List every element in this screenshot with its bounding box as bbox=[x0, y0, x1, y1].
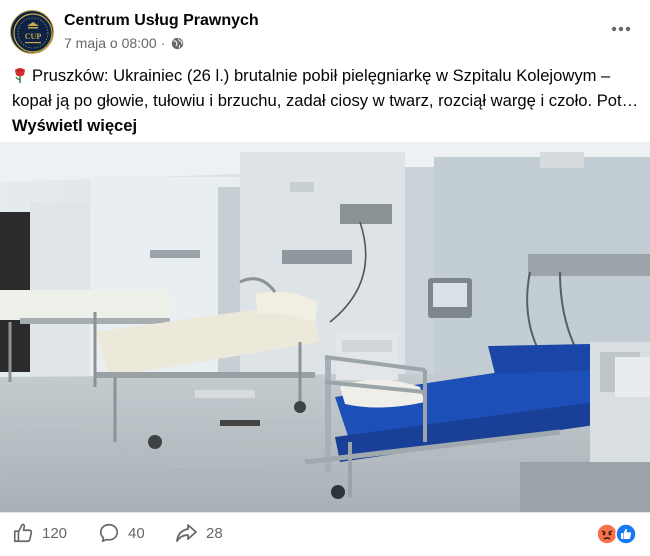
comment-button[interactable]: 40 bbox=[98, 522, 145, 544]
page-avatar[interactable]: CUP bbox=[10, 10, 54, 54]
share-button[interactable]: 28 bbox=[174, 522, 223, 544]
reactions-summary[interactable] bbox=[596, 523, 640, 545]
like-count: 120 bbox=[42, 524, 68, 542]
more-dots-icon bbox=[611, 26, 631, 32]
comment-bubble-icon bbox=[99, 523, 119, 543]
post-text: Pruszków: Ukrainiec (26 l.) brutalnie po… bbox=[12, 66, 639, 110]
share-count: 28 bbox=[206, 524, 223, 542]
post-footer: 120 40 28 bbox=[0, 512, 650, 556]
post-meta: 7 maja o 08:00 · bbox=[64, 35, 184, 51]
hospital-room-image bbox=[0, 142, 650, 512]
thumbs-up-icon bbox=[13, 523, 33, 543]
like-reaction-icon bbox=[615, 523, 637, 545]
globe-icon bbox=[171, 37, 184, 50]
post-date[interactable]: 7 maja o 08:00 bbox=[64, 35, 157, 51]
share-arrow-icon bbox=[176, 524, 197, 542]
see-more-link[interactable]: Wyświetl więcej bbox=[12, 116, 137, 135]
more-options-button[interactable] bbox=[606, 14, 636, 44]
meta-separator: · bbox=[160, 35, 166, 51]
post-photo[interactable] bbox=[0, 142, 650, 512]
like-button[interactable]: 120 bbox=[12, 522, 67, 544]
rose-icon bbox=[12, 65, 28, 83]
angry-reaction-icon bbox=[596, 523, 618, 545]
post-header: CUP Centrum Usług Prawnych 7 maja o 08:0… bbox=[0, 0, 650, 60]
avatar-logo-text: CUP bbox=[25, 32, 42, 41]
page-name[interactable]: Centrum Usług Prawnych bbox=[64, 12, 259, 30]
post-body: Pruszków: Ukrainiec (26 l.) brutalnie po… bbox=[12, 63, 640, 138]
comment-count: 40 bbox=[128, 524, 145, 542]
